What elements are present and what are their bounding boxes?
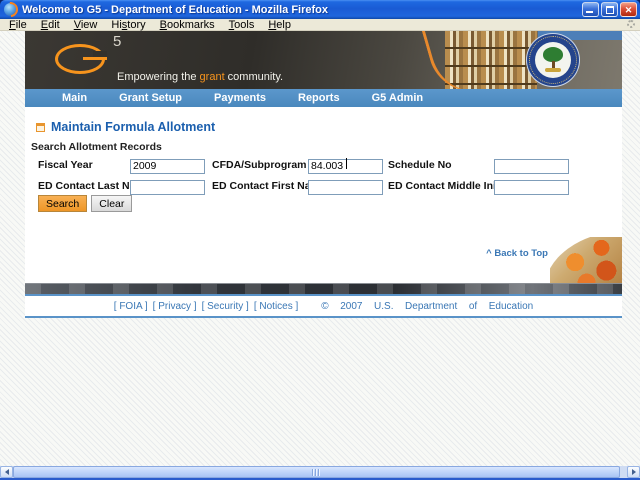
minimize-icon (586, 11, 593, 13)
firefox-icon (4, 3, 17, 16)
cfda-subprogram-label: CFDA/Subprogram (212, 159, 307, 171)
minimize-button[interactable] (582, 2, 599, 17)
footer-link-privacy[interactable]: [ Privacy ] (153, 301, 197, 312)
scroll-right-icon (631, 469, 636, 475)
horizontal-scrollbar[interactable] (0, 466, 640, 478)
schedule-no-input[interactable] (494, 158, 569, 174)
search-form-row-2: ED Contact Last Name ED Contact First Na… (25, 177, 622, 195)
text-cursor (346, 158, 347, 169)
ed-contact-middle-initial-input[interactable] (494, 179, 569, 195)
site-header-banner: 5 Empowering the grant community. (25, 31, 622, 89)
back-to-top-link[interactable]: ^ Back to Top (486, 248, 548, 259)
ed-contact-first-name-input[interactable] (308, 179, 383, 195)
maximize-icon (606, 6, 614, 14)
scrollbar-thumb[interactable] (13, 466, 620, 478)
header-tagline: Empowering the grant community. (117, 71, 284, 83)
fiscal-year-input[interactable] (130, 158, 205, 174)
content-column: 5 Empowering the grant community. Main G… (25, 31, 622, 318)
nav-grant-setup[interactable]: Grant Setup (119, 92, 182, 104)
page-title: Maintain Formula Allotment (51, 120, 216, 134)
menu-help[interactable]: Help (261, 19, 298, 31)
classroom-chairs-image (550, 237, 622, 283)
section-bullet-icon (36, 122, 45, 132)
window-titlebar[interactable]: Welcome to G5 - Department of Education … (0, 0, 640, 19)
scroll-left-button[interactable] (0, 466, 13, 478)
menu-bar: File Edit View History Bookmarks Tools H… (0, 19, 640, 31)
clear-button[interactable]: Clear (91, 195, 133, 212)
throbber-icon (627, 20, 635, 28)
window-title: Welcome to G5 - Department of Education … (22, 3, 328, 16)
schedule-no-label: Schedule No (388, 159, 452, 171)
dept-of-education-seal (527, 34, 579, 86)
nav-g5-admin[interactable]: G5 Admin (372, 92, 424, 104)
ed-contact-middle-initial-label: ED Contact Middle Initial (388, 180, 512, 192)
scrollbar-grip-icon (312, 468, 321, 476)
site-footer: [ FOIA ] [ Privacy ] [ Security ] [ Noti… (25, 294, 622, 318)
close-button[interactable]: ✕ (620, 2, 637, 17)
ed-contact-last-name-label: ED Contact Last Name (38, 180, 151, 192)
menu-edit[interactable]: Edit (34, 19, 67, 31)
footer-link-foia[interactable]: [ FOIA ] (114, 301, 148, 312)
maximize-button[interactable] (601, 2, 618, 17)
footer-photo-band (25, 283, 622, 294)
nav-main[interactable]: Main (62, 92, 87, 104)
ed-contact-last-name-input[interactable] (130, 179, 205, 195)
seal-tree-icon (543, 47, 563, 62)
scroll-left-icon (4, 469, 9, 475)
ed-contact-first-name-label: ED Contact First Name (212, 180, 326, 192)
search-form-row-1: Fiscal Year CFDA/Subprogram Schedule No (25, 156, 622, 174)
fiscal-year-label: Fiscal Year (38, 159, 93, 171)
close-icon: ✕ (624, 5, 633, 15)
nav-reports[interactable]: Reports (298, 92, 340, 104)
main-nav-bar: Main Grant Setup Payments Reports G5 Adm… (25, 89, 622, 107)
scroll-right-button[interactable] (627, 466, 640, 478)
footer-link-notices[interactable]: [ Notices ] (254, 301, 298, 312)
footer-link-security[interactable]: [ Security ] (202, 301, 249, 312)
menu-history[interactable]: History (104, 19, 152, 31)
copyright-text: © 2007 U.S. Department of Education (321, 300, 534, 312)
main-content: Maintain Formula Allotment Search Allotm… (25, 107, 622, 283)
menu-tools[interactable]: Tools (222, 19, 262, 31)
menu-bookmarks[interactable]: Bookmarks (153, 19, 222, 31)
g5-logo-five: 5 (113, 33, 122, 50)
page-viewport: 5 Empowering the grant community. Main G… (0, 31, 640, 466)
nav-payments[interactable]: Payments (214, 92, 266, 104)
section-subtitle: Search Allotment Records (31, 141, 162, 153)
menu-file[interactable]: File (2, 19, 34, 31)
search-button[interactable]: Search (38, 195, 88, 212)
menu-view[interactable]: View (67, 19, 105, 31)
